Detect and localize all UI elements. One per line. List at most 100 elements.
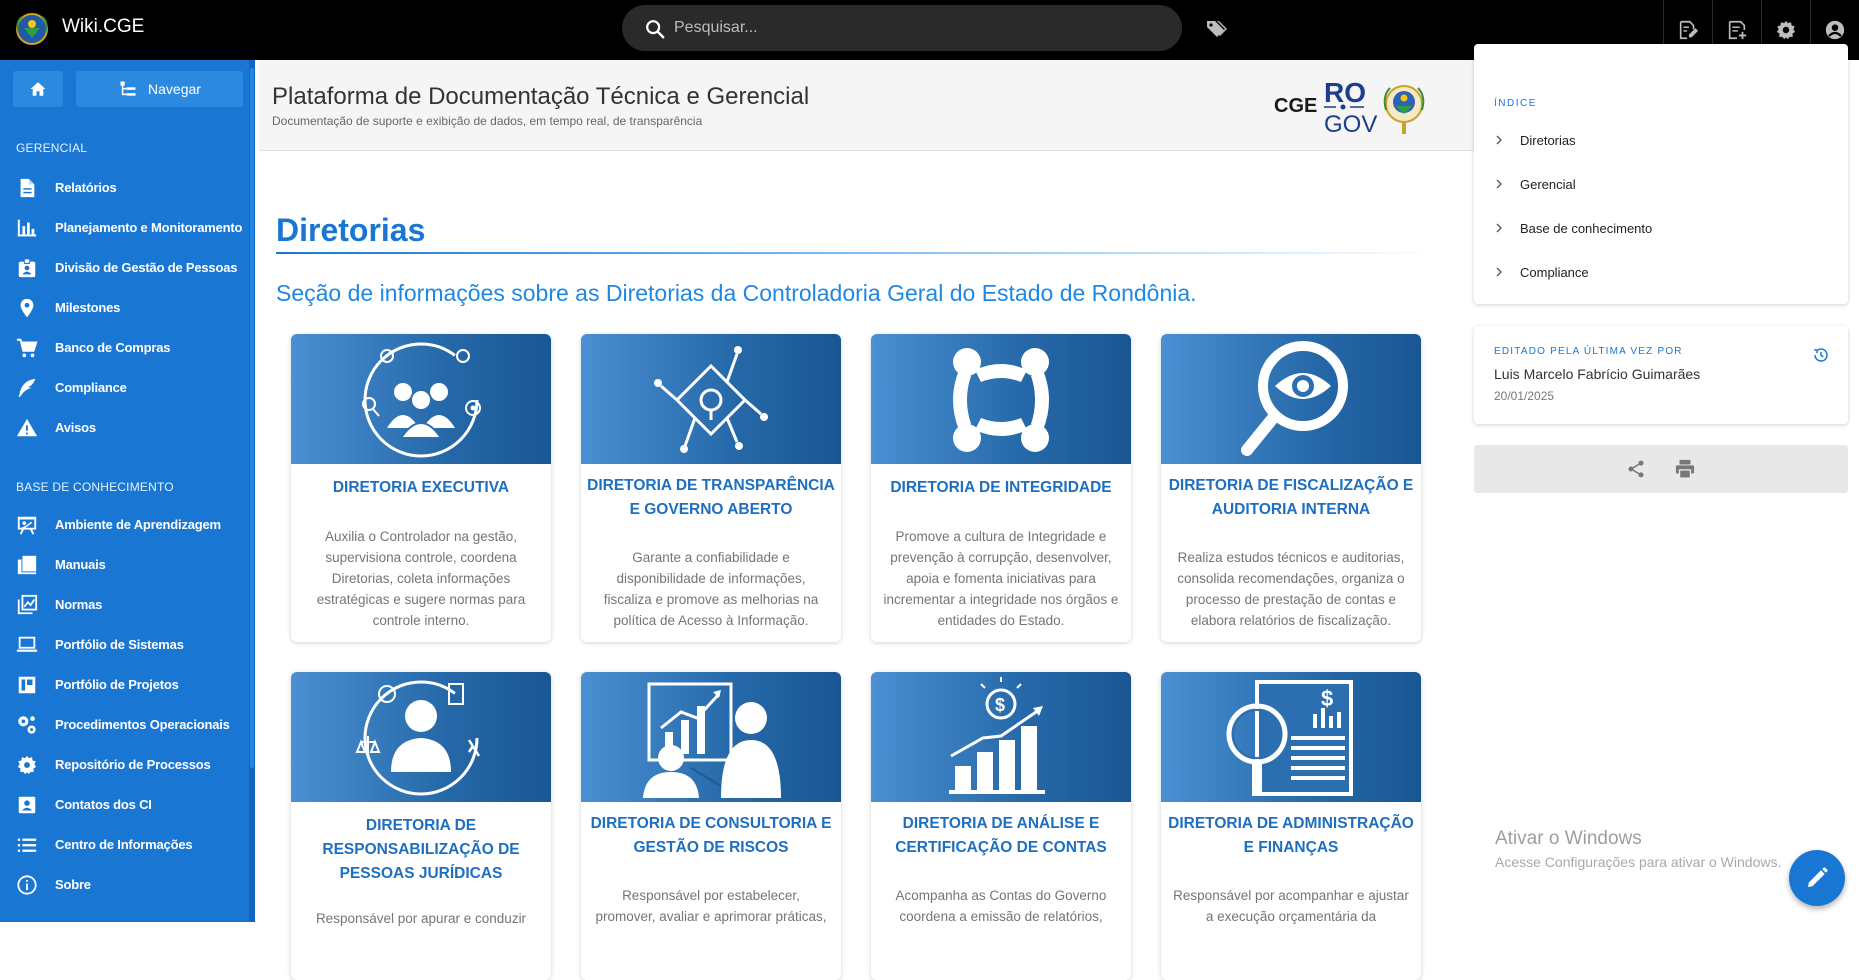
- sidebar-item-normas[interactable]: Normas: [0, 585, 249, 625]
- sidebar-item-label: Procedimentos Operacionais: [55, 717, 230, 732]
- table-of-contents: ÍNDICE Diretorias Gerencial Base de conh…: [1474, 44, 1848, 304]
- network-icon: [654, 346, 768, 453]
- sidebar-item-ambiente-aprendizagem[interactable]: Ambiente de Aprendizagem: [0, 505, 249, 545]
- last-edited-author[interactable]: Luis Marcelo Fabrício Guimarães: [1494, 366, 1700, 382]
- toc-item-compliance[interactable]: Compliance: [1494, 260, 1589, 284]
- tags-icon[interactable]: [1204, 17, 1228, 41]
- sidebar-item-gestao-pessoas[interactable]: Divisão de Gestão de Pessoas: [0, 248, 249, 288]
- card-description: Responsável por apurar e conduzir: [315, 911, 527, 926]
- card-diretoria-integridade[interactable]: DIRETORIA DE INTEGRIDADE Promove a cultu…: [871, 334, 1131, 642]
- list-icon: [17, 838, 37, 852]
- finance-report-icon: $: [1226, 680, 1353, 796]
- sidebar-item-portfolio-projetos[interactable]: Portfólio de Projetos: [0, 665, 249, 705]
- search-bar[interactable]: [622, 5, 1182, 51]
- sidebar-item-relatorios[interactable]: Relatórios: [0, 168, 249, 208]
- navigate-button[interactable]: Navegar: [76, 71, 243, 107]
- app-brand[interactable]: Wiki.CGE: [62, 16, 144, 38]
- state-crest-logo[interactable]: [14, 11, 50, 47]
- svg-text:CGE: CGE: [1274, 95, 1317, 117]
- sidebar-item-repositorio[interactable]: Repositório de Processos: [0, 745, 249, 785]
- page-subtitle: Documentação de suporte e exibição de da…: [272, 114, 703, 128]
- sidebar-item-milestones[interactable]: Milestones: [0, 288, 249, 328]
- card-diretoria-administracao[interactable]: $ DIRETORIA DE ADMINISTRAÇÃO E FINANÇAS …: [1161, 672, 1421, 980]
- svg-text:GOV: GOV: [1324, 111, 1377, 138]
- chart-box-icon: [17, 594, 38, 615]
- bar-chart-icon: [17, 219, 37, 237]
- sidebar-item-label: Avisos: [55, 420, 96, 435]
- sidebar-item-centro-informacoes[interactable]: Centro de Informações: [0, 825, 249, 865]
- settings-icon: [17, 755, 37, 775]
- share-print-bar: [1474, 445, 1848, 493]
- toc-item-gerencial[interactable]: Gerencial: [1494, 172, 1576, 196]
- toc-item-base-conhecimento[interactable]: Base de conhecimento: [1494, 216, 1652, 240]
- magnifier-eye-icon: [1241, 341, 1348, 456]
- home-button[interactable]: [13, 71, 63, 107]
- chevron-right-icon: [1496, 223, 1502, 233]
- chevron-right-icon: [1496, 179, 1502, 189]
- page-title: Plataforma de Documentação Técnica e Ger…: [272, 83, 810, 110]
- section-lead: Seção de informações sobre as Diretorias…: [276, 280, 1197, 306]
- sidebar-item-sobre[interactable]: Sobre: [0, 865, 249, 905]
- card-diretoria-transparencia[interactable]: DIRETORIA DE TRANSPARÊNCIA E GOVERNO ABE…: [581, 334, 841, 642]
- sidebar-item-label: Portfólio de Projetos: [55, 677, 179, 692]
- section-title-base-conhecimento: BASE DE CONHECIMENTO: [16, 480, 174, 494]
- card-banner: $: [1161, 672, 1421, 802]
- card-title: DIRETORIA DE ANÁLISE E CERTIFICAÇÃO DE C…: [895, 815, 1107, 856]
- sidebar-scrollbar-thumb[interactable]: [250, 68, 254, 768]
- sidebar-item-procedimentos[interactable]: Procedimentos Operacionais: [0, 705, 249, 745]
- toc-title: ÍNDICE: [1494, 98, 1537, 109]
- sidebar-item-label: Portfólio de Sistemas: [55, 637, 184, 652]
- sidebar-item-label: Milestones: [55, 300, 121, 315]
- laptop-icon: [16, 636, 38, 652]
- toc-item-label: Diretorias: [1520, 132, 1576, 148]
- last-edited-date: 20/01/2025: [1494, 389, 1555, 403]
- card-description: Acompanha as Contas do Governo coordena …: [895, 888, 1107, 924]
- svg-text:$: $: [1321, 686, 1333, 711]
- cart-icon: [16, 338, 38, 358]
- toc-item-diretorias[interactable]: Diretorias: [1494, 128, 1576, 152]
- card-title: DIRETORIA DE FISCALIZAÇÃO E AUDITORIA IN…: [1168, 477, 1414, 518]
- sidebar-item-label: Contatos dos CI: [55, 797, 152, 812]
- board-icon: [18, 676, 36, 694]
- info-icon: [17, 875, 37, 895]
- sidebar-item-portfolio-sistemas[interactable]: Portfólio de Sistemas: [0, 625, 249, 665]
- presentation-icon: [17, 516, 37, 535]
- edit-fab-button[interactable]: [1789, 850, 1845, 906]
- chevron-right-icon: [1496, 135, 1502, 145]
- person-justice-icon: [355, 680, 481, 796]
- search-icon: [646, 20, 665, 39]
- sidebar-item-planejamento[interactable]: Planejamento e Monitoramento: [0, 208, 249, 248]
- sidebar-scrollbar[interactable]: [249, 60, 255, 922]
- card-banner: [581, 334, 841, 464]
- card-diretoria-responsabilizacao[interactable]: DIRETORIA DE RESPONSABILIZAÇÃO DE PESSOA…: [291, 672, 551, 980]
- section-heading: Diretorias: [276, 212, 426, 248]
- share-icon[interactable]: [1626, 459, 1646, 479]
- history-icon[interactable]: [1812, 346, 1830, 364]
- toc-item-label: Gerencial: [1520, 176, 1576, 192]
- print-icon[interactable]: [1674, 459, 1696, 479]
- card-banner: [1161, 334, 1421, 464]
- sidebar-item-label: Sobre: [55, 877, 91, 892]
- feather-icon: [18, 378, 36, 398]
- card-diretoria-analise-contas[interactable]: $ DIRETORIA DE ANÁLISE E CERTIFICAÇÃO DE…: [871, 672, 1131, 980]
- sidebar-item-avisos[interactable]: Avisos: [0, 408, 249, 448]
- pencil-icon: [1808, 867, 1828, 887]
- sidebar-item-manuais[interactable]: Manuais: [0, 545, 249, 585]
- card-diretoria-consultoria[interactable]: DIRETORIA DE CONSULTORIA E GESTÃO DE RIS…: [581, 672, 841, 980]
- badge-icon: [18, 258, 36, 278]
- team-icon: [362, 342, 481, 458]
- growth-chart-icon: $: [949, 677, 1045, 794]
- card-banner: [581, 672, 841, 802]
- card-diretoria-executiva[interactable]: DIRETORIA EXECUTIVA Auxilia o Controlado…: [291, 334, 551, 642]
- sidebar-item-contatos[interactable]: Contatos dos CI: [0, 785, 249, 825]
- card-description: Auxilia o Controlador na gestão, supervi…: [316, 529, 526, 628]
- card-description: Responsável por estabelecer, promover, a…: [595, 888, 827, 924]
- card-diretoria-fiscalizacao[interactable]: DIRETORIA DE FISCALIZAÇÃO E AUDITORIA IN…: [1161, 334, 1421, 642]
- sidebar-item-label: Compliance: [55, 380, 127, 395]
- sidebar-item-banco-compras[interactable]: Banco de Compras: [0, 328, 249, 368]
- search-input[interactable]: [674, 5, 1164, 51]
- contact-icon: [18, 796, 36, 814]
- card-description: Responsável por acompanhar e ajustar a e…: [1173, 888, 1409, 924]
- sidebar-item-compliance[interactable]: Compliance: [0, 368, 249, 408]
- card-description: Realiza estudos técnicos e auditorias, c…: [1177, 550, 1405, 628]
